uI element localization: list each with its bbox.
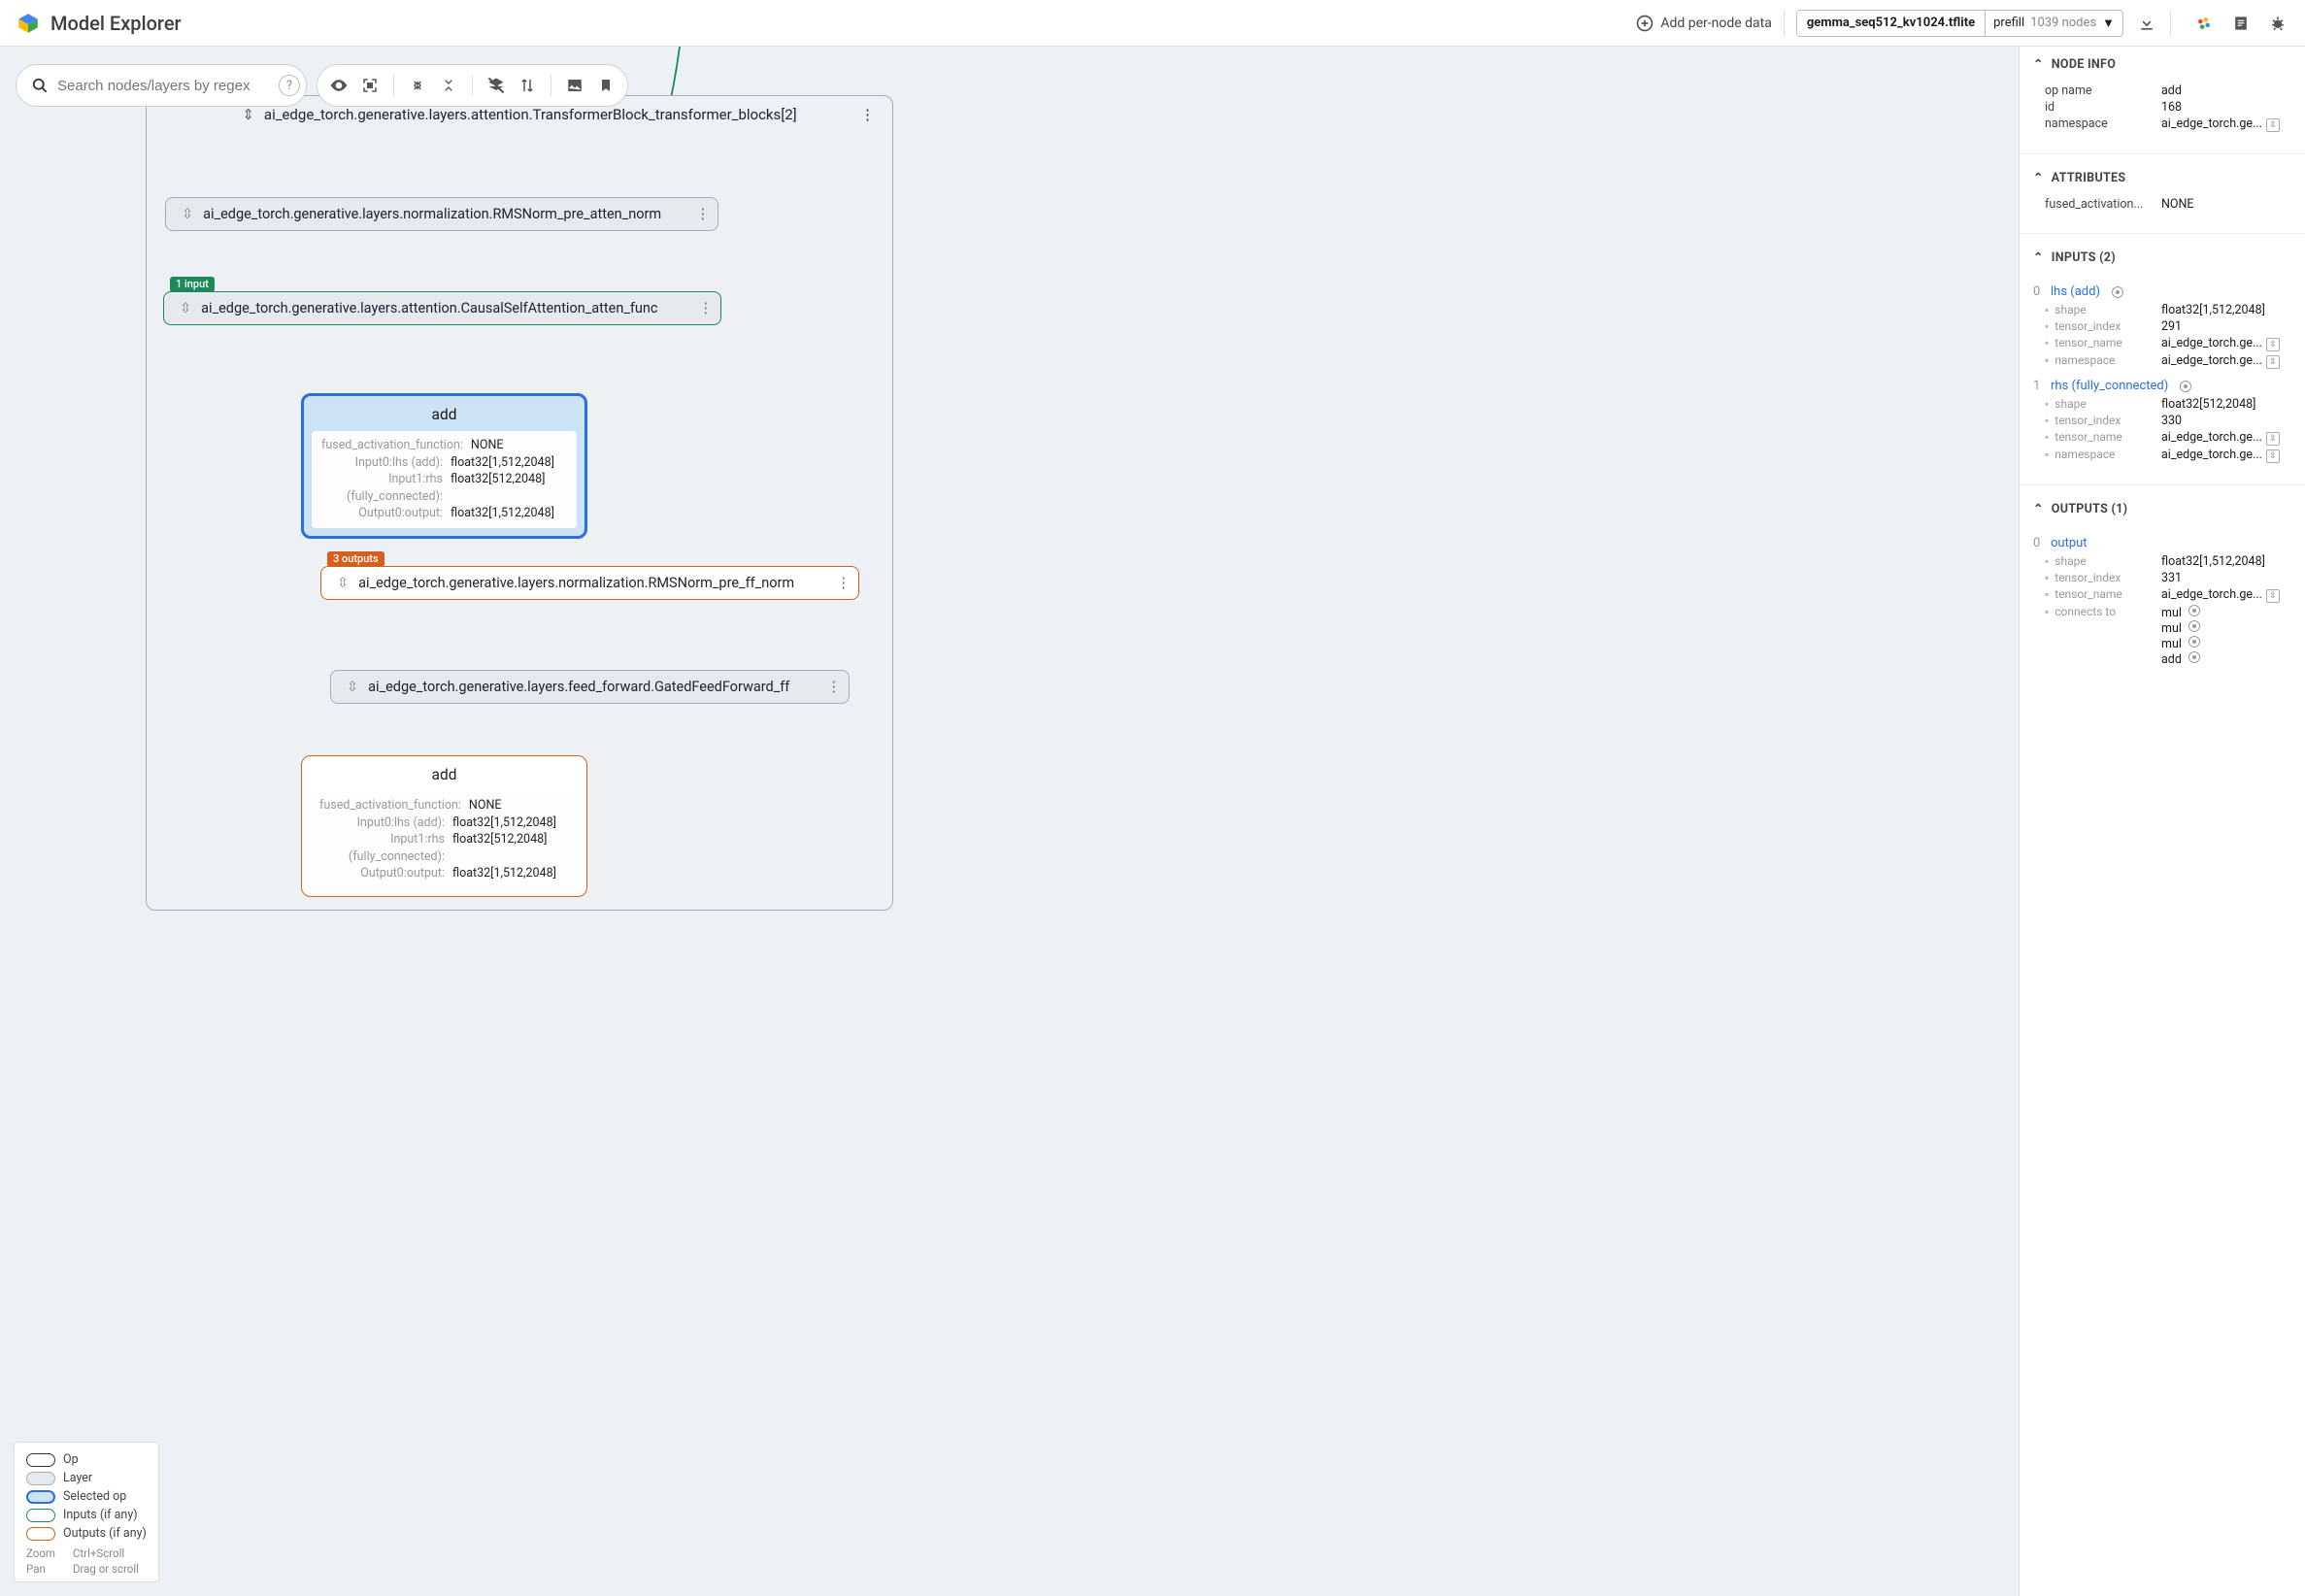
app-title: Model Explorer [50,12,182,35]
legend: Op Layer Selected op Inputs (if any) Out… [14,1442,159,1582]
palette-button[interactable] [2192,12,2216,35]
expand-icon[interactable]: ⇳ [180,300,191,316]
node-attrs: fused_activation_function:NONE Input0:lh… [312,431,577,528]
input-rhs-header[interactable]: 1rhs (fully_connected) [2033,379,2291,393]
expand-text-icon[interactable]: ⇳ [2266,449,2280,463]
download-button[interactable] [2135,12,2158,35]
logo-icon [16,11,41,36]
outputs-badge: 3 outputs [327,551,384,567]
bug-button[interactable] [2266,12,2289,35]
expand-icon[interactable]: ⇳ [337,575,349,591]
section-node-info[interactable]: ⌃ NODE INFO [2020,47,2305,82]
layer-gated-ff[interactable]: ⇳ ai_edge_torch.generative.layers.feed_f… [330,670,850,704]
chevron-up-icon: ⌃ [2033,501,2044,516]
notes-button[interactable] [2229,12,2253,35]
search-box[interactable]: ? [16,64,307,107]
add-per-node-data-button[interactable]: Add per-node data [1635,14,1772,33]
layer-rmsnorm-atten[interactable]: ⇳ ai_edge_torch.generative.layers.normal… [165,197,718,231]
collapse-icon[interactable]: ⇕ [242,106,254,123]
subgraph-node-count: 1039 nodes [2030,16,2096,30]
search-icon [30,76,50,95]
expand-text-icon[interactable]: ⇳ [2266,432,2280,446]
layer-label: ai_edge_torch.generative.layers.normaliz… [358,575,794,591]
sort-icon[interactable] [516,74,539,97]
layer-rmsnorm-ff[interactable]: ⇳ ai_edge_torch.generative.layers.normal… [320,566,859,600]
dropdown-arrow-icon: ▼ [2102,16,2115,31]
model-filename: gemma_seq512_kv1024.tflite [1797,16,1985,30]
menu-icon[interactable]: ⋮ [699,300,714,316]
chevron-up-icon: ⌃ [2033,56,2044,72]
expand-icon[interactable]: ⇳ [182,206,193,222]
expand-icon[interactable]: ⇳ [347,679,358,695]
collapse-all-icon[interactable] [437,74,460,97]
section-outputs[interactable]: ⌃ OUTPUTS (1) [2020,491,2305,526]
divider [2170,10,2171,37]
add-data-label: Add per-node data [1660,16,1772,31]
container-title: ai_edge_torch.generative.layers.attentio… [264,106,797,123]
bookmark-icon[interactable] [594,74,618,97]
menu-icon[interactable]: ⋮ [696,206,711,222]
expand-text-icon[interactable]: ⇳ [2266,589,2280,603]
selected-add-node[interactable]: add fused_activation_function:NONE Input… [301,393,587,539]
plus-circle-icon [1635,14,1654,33]
locate-icon[interactable] [2112,286,2123,298]
fit-icon[interactable] [358,74,382,97]
app-brand: Model Explorer [16,11,182,36]
divider [1784,10,1785,37]
node-attrs: fused_activation_function:NONE Input0:lh… [310,791,579,888]
expand-all-icon[interactable] [406,74,429,97]
model-selector[interactable]: gemma_seq512_kv1024.tflite prefill 1039 … [1796,10,2123,37]
graph-canvas[interactable]: ? [0,47,2019,1596]
search-input[interactable] [57,78,273,94]
output-header[interactable]: 0output [2033,536,2291,550]
canvas-toolbar [317,64,628,107]
locate-icon[interactable] [2188,636,2200,648]
add-node-2[interactable]: add fused_activation_function:NONE Input… [301,755,587,897]
help-icon[interactable]: ? [279,75,300,96]
top-bar: Model Explorer Add per-node data gemma_s… [0,0,2305,47]
menu-icon[interactable]: ⋮ [827,679,842,695]
input-badge: 1 input [170,277,215,292]
locate-icon[interactable] [2188,605,2200,616]
node-title: add [304,396,585,431]
chevron-up-icon: ⌃ [2033,170,2044,185]
expand-text-icon[interactable]: ⇳ [2266,355,2280,369]
layers-off-icon[interactable] [484,74,508,97]
locate-icon[interactable] [2188,620,2200,632]
menu-icon[interactable]: ⋮ [837,575,852,591]
expand-text-icon[interactable]: ⇳ [2266,118,2280,132]
eye-icon[interactable] [327,74,351,97]
input-lhs-header[interactable]: 0lhs (add) [2033,284,2291,299]
locate-icon[interactable] [2180,381,2191,392]
menu-icon[interactable]: ⋮ [860,106,875,123]
section-inputs[interactable]: ⌃ INPUTS (2) [2020,240,2305,275]
side-panel: ⌃ NODE INFO op nameadd id168 namespaceai… [2019,47,2305,1596]
chevron-up-icon: ⌃ [2033,249,2044,265]
node-title: add [302,756,586,791]
layer-label: ai_edge_torch.generative.layers.feed_for… [368,679,789,695]
subgraph-name: prefill [1993,16,2024,30]
locate-icon[interactable] [2188,651,2200,663]
layer-label: ai_edge_torch.generative.layers.attentio… [201,300,657,316]
image-icon[interactable] [563,74,586,97]
layer-label: ai_edge_torch.generative.layers.normaliz… [203,206,661,222]
section-attributes[interactable]: ⌃ ATTRIBUTES [2020,160,2305,195]
layer-causal-attention[interactable]: ⇳ ai_edge_torch.generative.layers.attent… [163,291,721,325]
expand-text-icon[interactable]: ⇳ [2266,338,2280,351]
